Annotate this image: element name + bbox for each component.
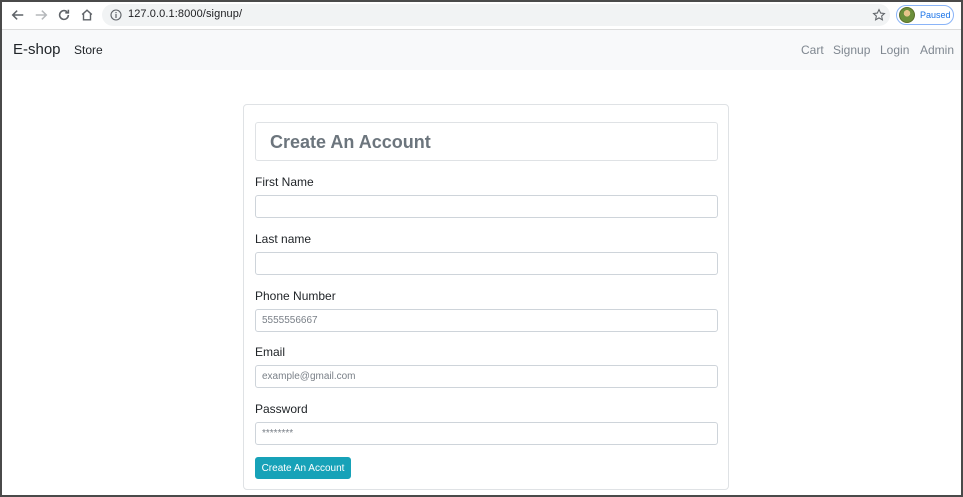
email-input[interactable] [255, 365, 718, 388]
reload-button[interactable] [54, 5, 74, 25]
star-icon[interactable] [872, 8, 886, 22]
profile-button[interactable]: Paused [896, 5, 954, 25]
nav-link-signup[interactable]: Signup [833, 43, 870, 57]
address-bar[interactable]: 127.0.0.1:8000/signup/ [102, 4, 890, 26]
password-label: Password [255, 402, 308, 416]
last-name-label: Last name [255, 232, 312, 246]
avatar [899, 7, 915, 23]
signup-card: Create An Account First Name Last name P… [243, 104, 729, 490]
home-icon [81, 9, 93, 21]
arrow-right-icon [35, 10, 48, 20]
back-button[interactable] [8, 5, 28, 25]
forward-button[interactable] [31, 5, 51, 25]
nav-link-admin[interactable]: Admin [920, 43, 954, 57]
reload-icon [58, 9, 70, 21]
info-icon [110, 9, 122, 21]
password-input[interactable] [255, 422, 718, 445]
first-name-label: First Name [255, 175, 314, 189]
nav-link-login[interactable]: Login [880, 43, 909, 57]
phone-number-input[interactable] [255, 309, 718, 332]
create-account-button[interactable]: Create An Account [255, 457, 351, 479]
first-name-input[interactable] [255, 195, 718, 218]
home-button[interactable] [77, 5, 97, 25]
url-text: 127.0.0.1:8000/signup/ [128, 8, 243, 20]
last-name-input[interactable] [255, 252, 718, 275]
profile-status: Paused [920, 10, 951, 20]
arrow-left-icon [11, 10, 24, 20]
site-navbar: E-shop Store Cart Signup Login Admin [2, 30, 961, 70]
browser-toolbar: 127.0.0.1:8000/signup/ Paused [0, 0, 963, 30]
phone-number-label: Phone Number [255, 289, 336, 303]
card-header: Create An Account [255, 122, 718, 161]
email-label: Email [255, 345, 286, 359]
brand-logo[interactable]: E-shop [13, 41, 61, 58]
page-title: Create An Account [270, 132, 431, 152]
nav-link-cart[interactable]: Cart [801, 43, 824, 57]
nav-link-store[interactable]: Store [74, 43, 103, 57]
